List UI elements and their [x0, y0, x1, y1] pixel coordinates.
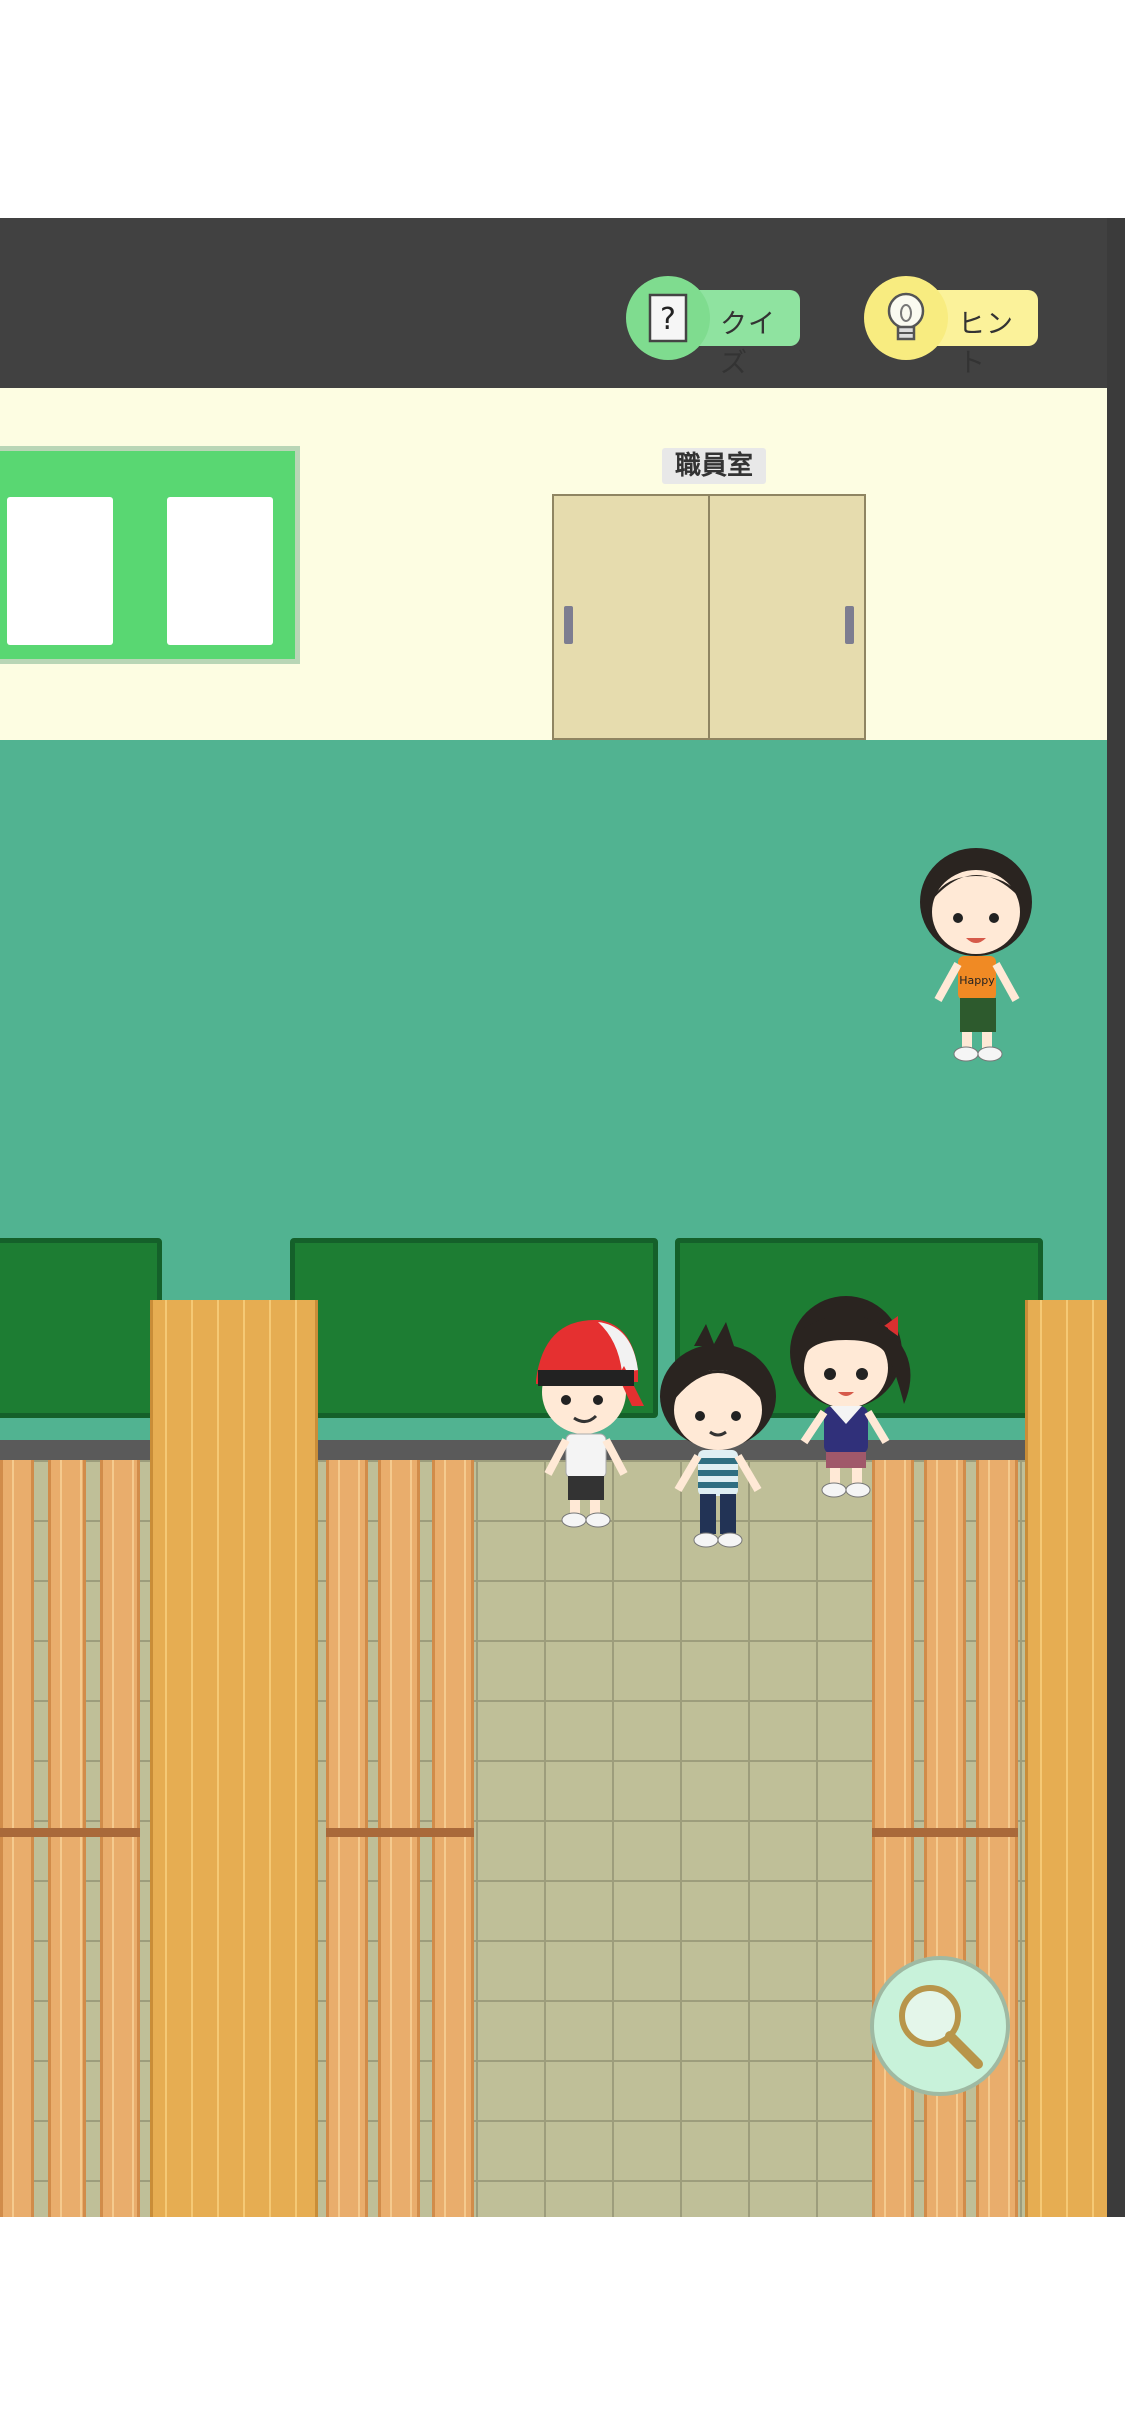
- svg-text:?: ?: [660, 302, 676, 337]
- locker-rail: [872, 1828, 1018, 1837]
- locker-slat[interactable]: [976, 1460, 1018, 2217]
- green-mat-left[interactable]: [0, 1238, 162, 1418]
- locker-slat[interactable]: [872, 1460, 914, 2217]
- staff-room-door[interactable]: [552, 494, 866, 740]
- game-scene[interactable]: ? クイズ ヒント 職員室 Happy: [0, 218, 1125, 2217]
- hint-button[interactable]: ヒント: [864, 276, 1038, 379]
- window-pane-right: [167, 497, 273, 645]
- lightbulb-icon: [864, 276, 948, 360]
- quiz-label: クイズ: [720, 309, 776, 379]
- boy-striped-shirt[interactable]: [654, 1318, 782, 1554]
- staff-room-sign: 職員室: [662, 448, 766, 484]
- locker-slat[interactable]: [378, 1460, 420, 2217]
- locker-rail: [0, 1828, 140, 1837]
- locker-slat[interactable]: [326, 1460, 368, 2217]
- boy-orange-tanktop[interactable]: Happy: [918, 840, 1038, 1068]
- quiz-button[interactable]: ? クイズ: [626, 276, 800, 379]
- locker-slat[interactable]: [432, 1460, 474, 2217]
- top-bar: ? クイズ ヒント: [0, 218, 1107, 388]
- girl-ponytail[interactable]: [786, 1282, 922, 1506]
- screen-edge-bar: [1107, 218, 1125, 2217]
- magnifier-icon: [899, 1985, 983, 2069]
- window-pane-left: [7, 497, 113, 645]
- question-sheet-icon: ?: [626, 276, 710, 360]
- locker-rail: [326, 1828, 474, 1837]
- door-split: [708, 496, 710, 738]
- wooden-pillar-left: [150, 1300, 318, 2217]
- locker-slat[interactable]: [0, 1460, 34, 2217]
- corridor-window[interactable]: [0, 446, 300, 664]
- hint-label: ヒント: [958, 309, 1014, 379]
- locker-slat[interactable]: [924, 1460, 966, 2217]
- locker-slat[interactable]: [100, 1460, 140, 2217]
- shirt-print: Happy: [959, 974, 995, 987]
- boy-red-cap[interactable]: [528, 1310, 648, 1532]
- magnify-button[interactable]: [870, 1956, 1010, 2096]
- door-handle-left: [564, 606, 573, 644]
- locker-slat[interactable]: [48, 1460, 86, 2217]
- door-handle-right: [845, 606, 854, 644]
- wooden-pillar-right: [1025, 1300, 1110, 2217]
